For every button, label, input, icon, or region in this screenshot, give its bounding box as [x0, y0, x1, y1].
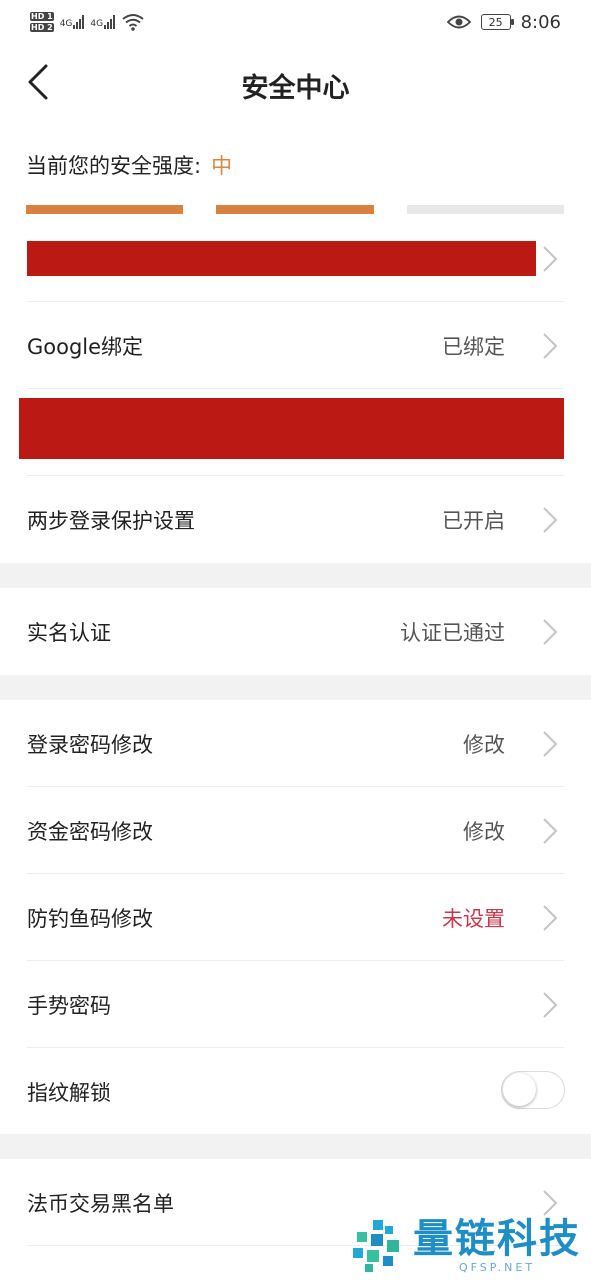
- redacted-row-2[interactable]: [0, 389, 591, 476]
- two-step-login-status: 已开启: [442, 508, 505, 533]
- page-title: 安全中心: [241, 73, 350, 104]
- fingerprint-toggle[interactable]: [501, 1071, 565, 1109]
- strength-segment: [26, 205, 184, 214]
- chevron-right-icon: [543, 1189, 558, 1216]
- anti-phishing-status: 未设置: [442, 906, 505, 931]
- security-strength: 当前您的安全强度: 中: [26, 150, 566, 180]
- toggle-knob: [503, 1073, 536, 1106]
- security-strength-level: 中: [211, 154, 233, 178]
- watermark-brand: 量链科技: [413, 1216, 581, 1262]
- two-step-login-row[interactable]: 两步登录保护设置 已开启: [0, 476, 591, 563]
- signal-1-icon: 4G: [60, 15, 85, 29]
- strength-segment: [406, 205, 564, 214]
- google-binding-label: Google绑定: [27, 334, 144, 359]
- login-password-row[interactable]: 登录密码修改 修改: [0, 700, 591, 787]
- strength-segment: [216, 205, 374, 214]
- real-name-auth-label: 实名认证: [27, 620, 111, 645]
- signal-2-icon: 4G: [90, 15, 116, 29]
- fund-password-row[interactable]: 资金密码修改 修改: [0, 787, 591, 874]
- security-strength-label: 当前您的安全强度:: [26, 154, 202, 178]
- google-binding-status: 已绑定: [442, 334, 505, 359]
- redaction-block: [27, 241, 536, 276]
- redacted-row-1[interactable]: [0, 215, 591, 302]
- hd-indicator: HD 1 HD 2: [30, 11, 54, 33]
- two-step-login-label: 两步登录保护设置: [27, 508, 195, 533]
- watermark-logo-icon: [353, 1219, 399, 1272]
- gesture-password-row[interactable]: 手势密码: [0, 961, 591, 1048]
- battery-level: 25: [488, 15, 503, 29]
- redaction-block: [19, 398, 564, 459]
- section-separator: [0, 563, 591, 588]
- status-time: 8:06: [520, 11, 561, 33]
- eye-icon: [446, 15, 471, 29]
- chevron-right-icon: [543, 991, 558, 1018]
- google-binding-row[interactable]: Google绑定 已绑定: [0, 302, 591, 389]
- fund-password-label: 资金密码修改: [27, 819, 153, 844]
- status-bar-left: HD 1 HD 2 4G 4G: [30, 11, 145, 33]
- security-strength-meter: [26, 205, 564, 215]
- chevron-right-icon: [543, 245, 558, 272]
- hd-1-badge: HD 1: [30, 12, 54, 21]
- fund-password-action: 修改: [463, 819, 505, 844]
- fingerprint-unlock-label: 指纹解锁: [27, 1080, 111, 1105]
- nav-bar: 安全中心: [0, 44, 591, 122]
- section-separator: [0, 1134, 591, 1159]
- chevron-right-icon: [543, 618, 558, 645]
- real-name-auth-row[interactable]: 实名认证 认证已通过: [0, 588, 591, 675]
- chevron-right-icon: [543, 817, 558, 844]
- anti-phishing-label: 防钓鱼码修改: [27, 906, 153, 931]
- hd-2-badge: HD 2: [30, 23, 54, 32]
- battery-icon: 25: [480, 14, 514, 30]
- chevron-right-icon: [543, 730, 558, 757]
- anti-phishing-row[interactable]: 防钓鱼码修改 未设置: [0, 874, 591, 961]
- gesture-password-label: 手势密码: [27, 993, 111, 1018]
- real-name-auth-status: 认证已通过: [400, 620, 505, 645]
- wifi-icon: [122, 14, 144, 31]
- fingerprint-unlock-row: 指纹解锁: [0, 1048, 591, 1135]
- watermark-domain: QFSP.NET: [458, 1261, 536, 1274]
- login-password-action: 修改: [463, 732, 505, 757]
- fiat-blacklist-label: 法币交易黑名单: [27, 1191, 174, 1216]
- status-bar-right: 25 8:06: [446, 11, 561, 33]
- login-password-label: 登录密码修改: [27, 732, 153, 757]
- section-separator: [0, 675, 591, 700]
- chevron-right-icon: [543, 506, 558, 533]
- watermark: 量链科技 QFSP.NET: [351, 1217, 581, 1274]
- status-bar: HD 1 HD 2 4G 4G 25 8:06: [0, 0, 591, 44]
- watermark-text: 量链科技 QFSP.NET: [413, 1217, 581, 1274]
- chevron-right-icon: [543, 904, 558, 931]
- chevron-right-icon: [543, 332, 558, 359]
